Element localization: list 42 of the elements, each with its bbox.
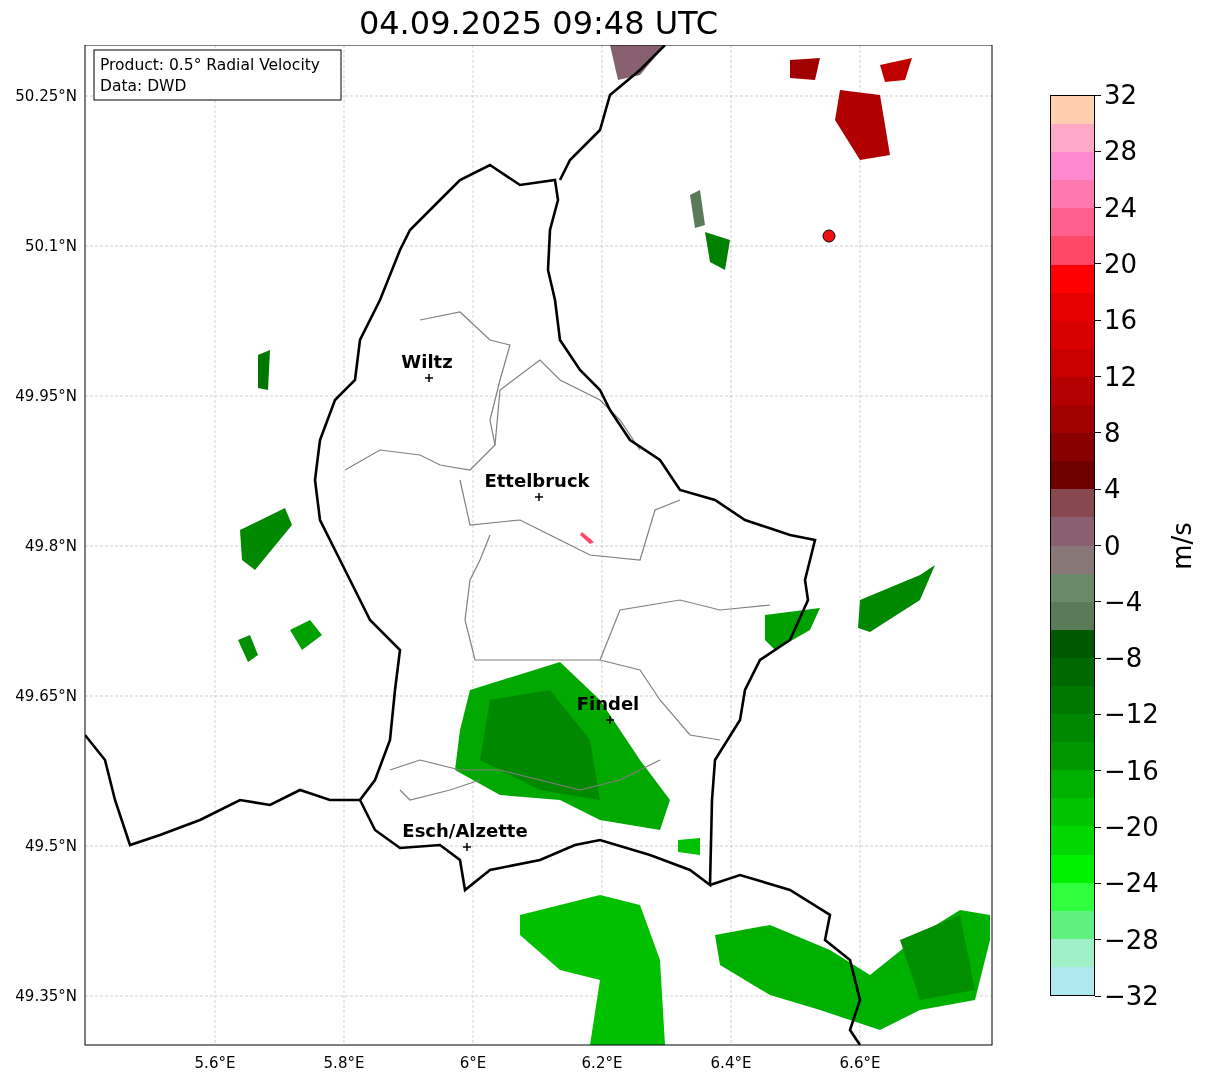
colorbar-tick-label: 24 <box>1104 194 1138 221</box>
colorbar-tick-label: −24 <box>1104 870 1159 897</box>
chart-title: 04.09.2025 09:48 UTC <box>358 6 719 39</box>
colorbar-tick-label: −16 <box>1104 757 1159 784</box>
longitude-label: 6.4°E <box>710 1054 752 1072</box>
colorbar-tick-label: −28 <box>1104 926 1159 953</box>
city-marker-icon <box>462 842 472 852</box>
latitude-label: 49.5°N <box>24 837 77 855</box>
colorbar-tick-label: −12 <box>1104 701 1159 728</box>
colorbar-tick-label: −4 <box>1104 588 1143 615</box>
colorbar-tick-label: 20 <box>1104 250 1138 277</box>
colorbar-tick-label: 12 <box>1104 363 1138 390</box>
legend-text: Product: 0.5° Radial Velocity <box>100 56 320 74</box>
city-label: Ettelbruck <box>484 470 590 491</box>
city-marker-icon <box>534 492 544 502</box>
colorbar-tick-label: 32 <box>1104 82 1138 108</box>
longitude-label: 6.2°E <box>581 1054 623 1072</box>
legend-text: Data: DWD <box>100 77 187 95</box>
longitude-label: 5.6°E <box>194 1054 236 1072</box>
latitude-label: 50.1°N <box>24 237 77 255</box>
city-label: Esch/Alzette <box>402 820 528 841</box>
colorbar-tick-label: 0 <box>1104 532 1121 559</box>
colorbar-tick-label: 4 <box>1104 476 1121 503</box>
colorbar-tick-label: −32 <box>1104 983 1159 1009</box>
colorbar-tick-label: 28 <box>1104 138 1138 165</box>
colorbar-tick-label: −8 <box>1104 645 1143 672</box>
radar-site-marker <box>822 229 836 243</box>
longitude-label: 6.6°E <box>839 1054 881 1072</box>
city-marker-icon <box>605 715 615 725</box>
colorbar-tick-label: −20 <box>1104 814 1159 841</box>
colorbar-tick-label: 8 <box>1104 419 1121 446</box>
city-label: Wiltz <box>401 351 453 372</box>
colorbar-tick-label: 16 <box>1104 307 1138 334</box>
latitude-label: 49.65°N <box>15 687 77 705</box>
latitude-label: 49.95°N <box>15 387 77 405</box>
latitude-label: 50.25°N <box>15 87 77 105</box>
longitude-label: 6°E <box>459 1054 487 1072</box>
longitude-label: 5.8°E <box>323 1054 365 1072</box>
latitude-label: 49.8°N <box>24 537 77 555</box>
colorbar-label: m/s <box>1168 521 1195 570</box>
latitude-label: 49.35°N <box>15 987 77 1005</box>
city-marker-icon <box>424 373 434 383</box>
